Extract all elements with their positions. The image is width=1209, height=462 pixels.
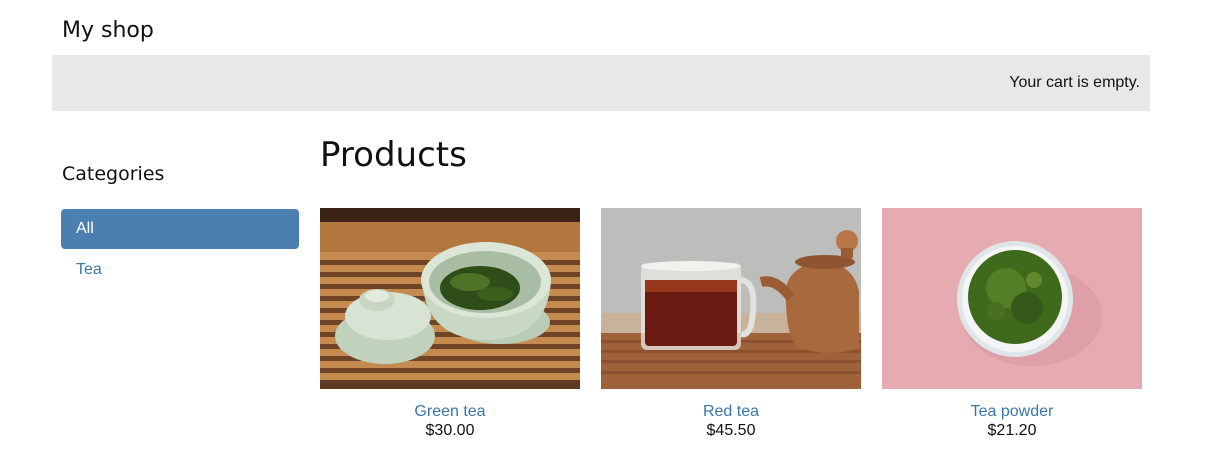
product-price: $21.20 (987, 422, 1037, 439)
products-heading: Products (320, 135, 467, 175)
shop-title: My shop (62, 18, 154, 43)
product-name-link[interactable]: Red tea (601, 403, 861, 421)
tea-powder-photo (882, 208, 1142, 389)
red-tea-photo (601, 208, 861, 389)
cart-bar: Your cart is empty. (52, 55, 1150, 111)
categories-heading: Categories (62, 163, 165, 185)
category-list: All Tea (61, 209, 299, 290)
product-image-link[interactable] (882, 208, 1142, 389)
product-card: Tea powder $21.20 (882, 208, 1142, 440)
product-price: $45.50 (706, 422, 756, 439)
product-name-link[interactable]: Green tea (320, 403, 580, 421)
product-name-link[interactable]: Tea powder (882, 403, 1142, 421)
cart-status: Your cart is empty. (1009, 74, 1140, 91)
product-image-link[interactable] (320, 208, 580, 389)
category-tea[interactable]: Tea (61, 250, 299, 290)
product-card: Red tea $45.50 (601, 208, 861, 440)
product-price: $30.00 (425, 422, 475, 439)
product-card: Green tea $30.00 (320, 208, 580, 440)
category-all[interactable]: All (61, 209, 299, 249)
green-tea-photo (320, 208, 580, 389)
product-image-link[interactable] (601, 208, 861, 389)
